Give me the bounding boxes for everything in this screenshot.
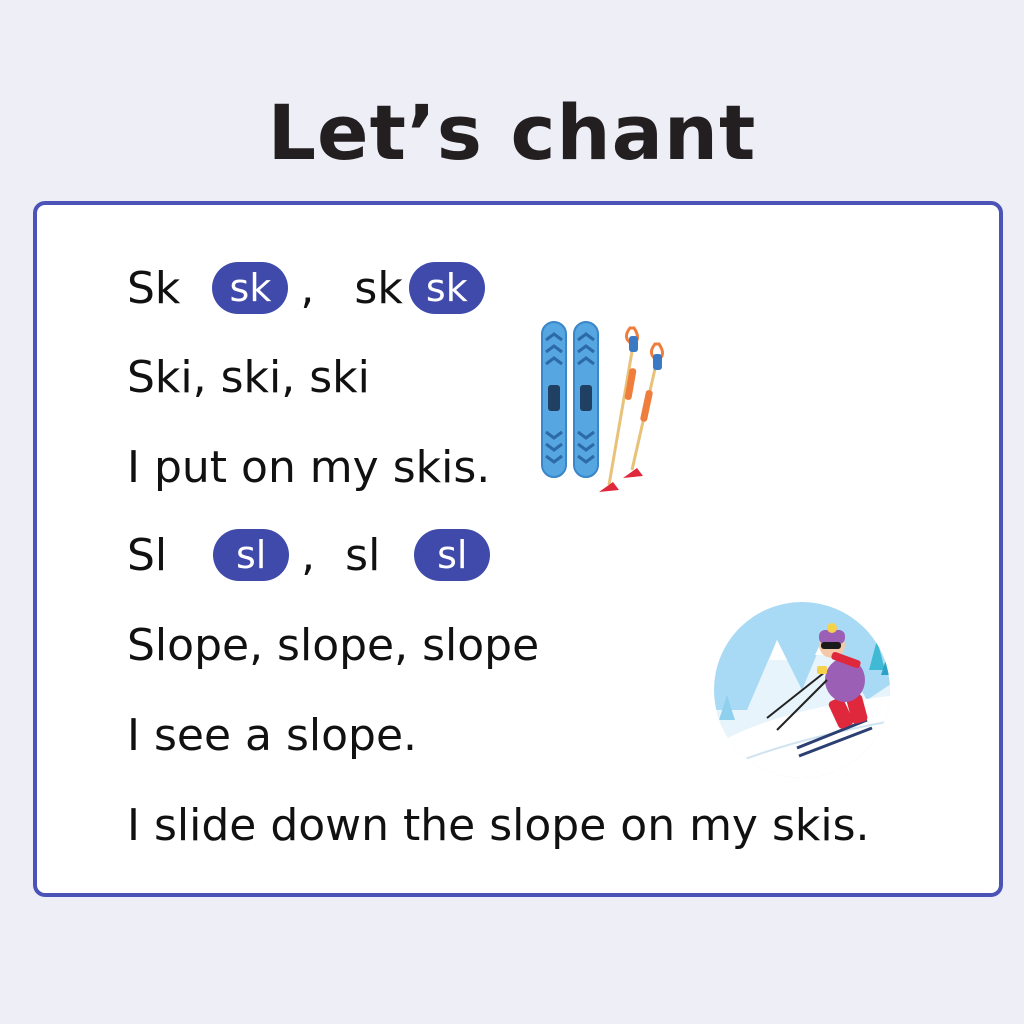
chant-line-2: Ski, ski, ski [127,351,370,403]
sound-pill-sk-1: sk [212,262,289,314]
sound-pill-sk-2: sk [408,262,485,314]
chant-line-5: Slope, slope, slope [127,619,540,671]
line1-word2: sk [354,262,403,314]
chant-line-7: I slide down the slope on my skis. [127,799,870,851]
skis-and-poles-icon [541,321,664,492]
chant-line-3: I put on my skis. [127,441,491,493]
sound-pill-sl-2: sl [414,529,491,581]
chant-line-6: I see a slope. [127,709,418,761]
line1-word1: Sk [127,262,181,314]
chant-line-1: Sk sk , sk sk [127,258,485,318]
page-title: Let’s chant [267,88,757,177]
sound-pill-sl-1: sl [213,529,290,581]
line4-word2: sl [345,529,381,581]
skier-on-slope-illustration [714,602,890,778]
line4-word1: Sl [127,529,168,581]
line1-comma: , [300,262,315,314]
chant-card: Sk sk , sk sk Ski, ski, ski I put on my … [33,201,1003,897]
line4-comma: , [301,529,316,581]
chant-line-4: Sl sl , sl sl [127,525,491,585]
